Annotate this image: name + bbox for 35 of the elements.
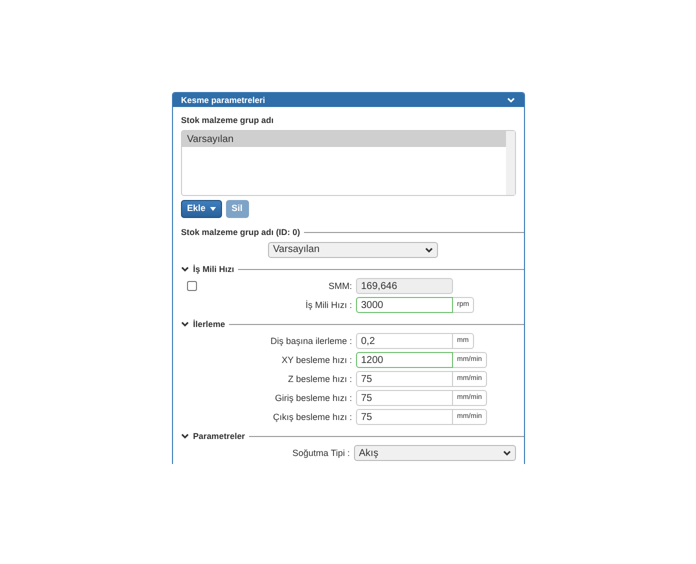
chevron-icon bbox=[503, 449, 511, 458]
chevron-icon[interactable] bbox=[181, 432, 189, 440]
chevron-icon bbox=[425, 246, 433, 254]
field-label: Stok malzeme grup adı bbox=[181, 114, 274, 127]
chevron-icon[interactable] bbox=[506, 96, 516, 104]
field-label: İş Mili Hızı : bbox=[304, 298, 353, 312]
field-label: SMM: bbox=[328, 280, 353, 292]
section-heading: İş Mili Hızı bbox=[193, 262, 234, 276]
field-label: Giriş besleme hızı : bbox=[274, 392, 353, 405]
scrollbar[interactable] bbox=[506, 130, 515, 195]
section-heading: Stok malzeme grup adı (ID: 0) bbox=[181, 226, 300, 239]
input-field[interactable]: 75 bbox=[356, 409, 453, 426]
input-field[interactable]: 75 bbox=[356, 371, 453, 388]
list-box[interactable]: Varsayılan bbox=[181, 130, 516, 196]
panel-title: Kesme parametreleri bbox=[181, 94, 266, 106]
input-field[interactable]: 3000 bbox=[356, 297, 453, 314]
field-label: Çıkış besleme hızı : bbox=[272, 410, 353, 424]
section-heading: İlerleme bbox=[193, 318, 226, 331]
input-field[interactable]: 75 bbox=[356, 390, 453, 406]
select-field[interactable]: Akış bbox=[354, 445, 516, 462]
caret-icon bbox=[210, 206, 216, 211]
input-field[interactable]: 1200 bbox=[356, 352, 453, 368]
list-item[interactable]: Varsayılan bbox=[182, 130, 506, 147]
input-field[interactable]: 0,2 bbox=[356, 333, 453, 350]
section-heading: Parametreler bbox=[193, 430, 245, 443]
chevron-icon[interactable] bbox=[181, 320, 189, 328]
field-label: Z besleme hızı : bbox=[286, 372, 353, 386]
field-label: XY besleme hızı : bbox=[280, 354, 353, 366]
select-field[interactable]: Varsayılan bbox=[268, 242, 438, 258]
chevron-icon[interactable] bbox=[181, 265, 189, 274]
input-field: 169,646 bbox=[356, 278, 453, 294]
field-label: Soğutma Tipi : bbox=[291, 446, 351, 460]
field-label: Diş başına ilerleme : bbox=[269, 334, 353, 348]
checkbox[interactable] bbox=[187, 281, 197, 292]
dropdown-button[interactable]: Ekle bbox=[181, 200, 222, 218]
